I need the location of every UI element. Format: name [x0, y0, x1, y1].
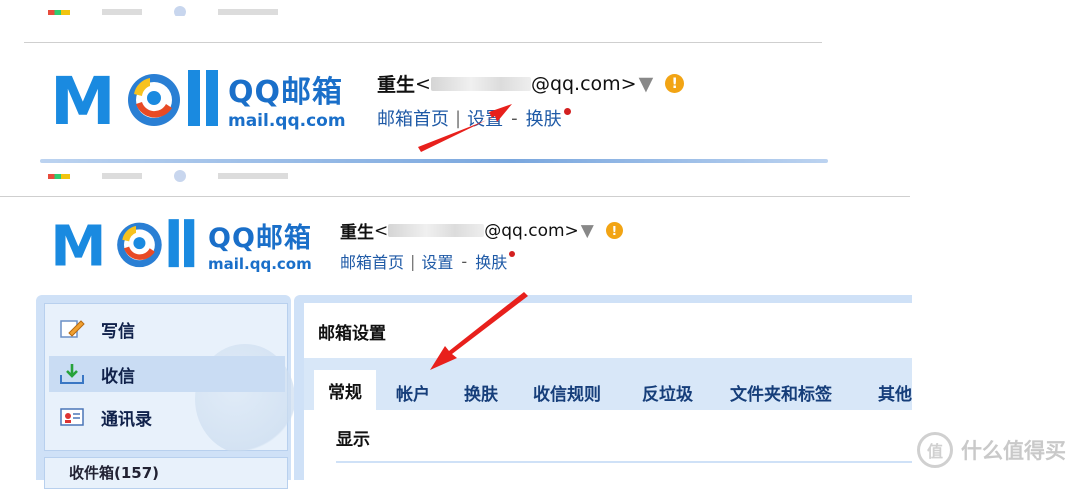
watermark: 值 什么值得买 — [917, 432, 1066, 468]
arrow-to-account-tab-icon — [430, 292, 528, 370]
watermark-text: 什么值得买 — [961, 439, 1066, 463]
smzdm-logo-icon: 值 — [917, 432, 953, 468]
annotation-arrows — [418, 104, 528, 370]
arrow-to-settings-icon — [418, 104, 512, 152]
